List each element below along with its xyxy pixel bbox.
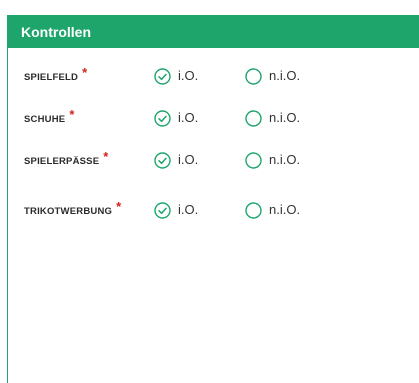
control-label: TRIKOTWERBUNG * xyxy=(24,199,122,217)
required-marker: * xyxy=(103,149,109,164)
radio-label: n.i.O. xyxy=(269,110,301,125)
schuhe-io-radio[interactable]: i.O. xyxy=(154,108,198,128)
spielfeld-nio-radio[interactable]: n.i.O. xyxy=(245,66,300,86)
unchecked-circle-icon xyxy=(245,109,262,127)
spielerpaesse-nio-radio[interactable]: n.i.O. xyxy=(245,150,300,170)
unchecked-circle-icon xyxy=(245,67,262,85)
spielerpaesse-io-radio[interactable]: i.O. xyxy=(154,150,198,170)
unchecked-circle-icon xyxy=(245,151,262,169)
schuhe-nio-radio[interactable]: n.i.O. xyxy=(245,108,300,128)
radio-label: i.O. xyxy=(178,152,199,167)
radio-label: i.O. xyxy=(178,202,199,217)
spielfeld-io-radio[interactable]: i.O. xyxy=(154,66,198,86)
control-label: SPIELFELD * xyxy=(24,65,88,83)
required-marker: * xyxy=(116,199,122,214)
checked-circle-icon xyxy=(154,67,171,85)
checked-circle-icon xyxy=(154,201,171,219)
radio-label: i.O. xyxy=(178,110,199,125)
trikotwerbung-io-radio[interactable]: i.O. xyxy=(154,200,198,220)
control-label: SPIELERPÄSSE * xyxy=(24,149,109,167)
checked-circle-icon xyxy=(154,151,171,169)
radio-label: n.i.O. xyxy=(269,68,301,83)
radio-label: i.O. xyxy=(178,68,199,83)
required-marker: * xyxy=(82,65,88,80)
controls-panel: Kontrollen SPIELFELD * i.O. n.i.O. SCHUHE… xyxy=(7,15,419,383)
unchecked-circle-icon xyxy=(245,201,262,219)
trikotwerbung-nio-radio[interactable]: n.i.O. xyxy=(245,200,300,220)
radio-label: n.i.O. xyxy=(269,152,301,167)
panel-title: Kontrollen xyxy=(8,16,419,48)
radio-label: n.i.O. xyxy=(269,202,301,217)
checked-circle-icon xyxy=(154,109,171,127)
required-marker: * xyxy=(69,107,75,122)
control-label: SCHUHE * xyxy=(24,107,75,125)
